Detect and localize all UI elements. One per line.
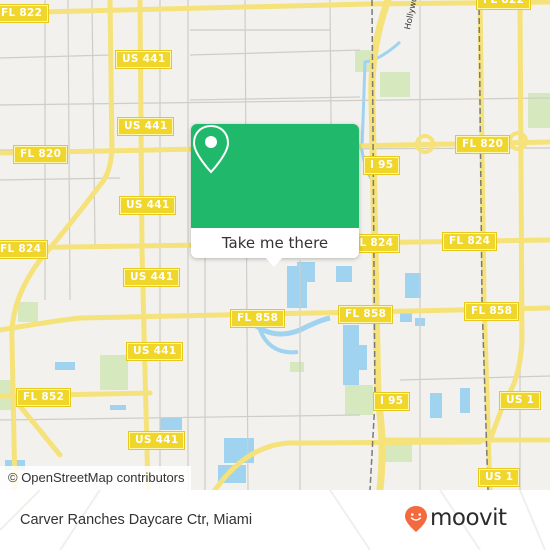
road-shield-us1: US 1 xyxy=(500,392,541,409)
park xyxy=(290,362,304,372)
road-shield-us441: US 441 xyxy=(129,432,185,449)
popup-pointer xyxy=(265,257,283,267)
road-shield-fl822: FL 822 xyxy=(0,5,49,22)
take-me-there-button[interactable]: Take me there xyxy=(191,228,359,258)
road-us1 xyxy=(487,0,525,443)
footer: Carver Ranches Daycare Ctr, Miami moovit xyxy=(0,490,550,550)
popup-header xyxy=(191,124,359,228)
water xyxy=(405,273,421,298)
location-pin-icon xyxy=(192,124,230,174)
place-name: Carver Ranches Daycare Ctr, Miami xyxy=(20,512,253,528)
water xyxy=(160,418,182,430)
road-shield-us1: US 1 xyxy=(479,469,520,486)
water xyxy=(336,266,352,282)
moovit-wordmark: moovit xyxy=(430,505,507,531)
water xyxy=(224,438,254,463)
road-shield-fl822: FL 822 xyxy=(477,0,531,9)
road-shield-i95: I 95 xyxy=(374,393,410,410)
water xyxy=(430,393,442,418)
road-shield-fl824: FL 824 xyxy=(443,233,497,250)
road-shield-fl858: FL 858 xyxy=(339,306,393,323)
water xyxy=(355,345,367,370)
road-shield-us441: US 441 xyxy=(124,269,180,286)
road-fl822 xyxy=(0,0,550,16)
road-shield-fl824: FL 824 xyxy=(0,241,48,258)
water xyxy=(460,388,470,413)
moovit-smiley-pin-icon xyxy=(405,506,427,532)
road-shield-us441: US 441 xyxy=(120,197,176,214)
road-interchange xyxy=(12,397,63,458)
map-canvas[interactable]: Hollywood FL 822 FL 822 US 441 US 441 FL… xyxy=(0,0,550,490)
road-shield-us441: US 441 xyxy=(116,51,172,68)
road-shield-fl858: FL 858 xyxy=(465,303,519,320)
location-popup: Take me there xyxy=(191,124,359,267)
park xyxy=(345,385,373,415)
water xyxy=(55,362,75,370)
road-shield-fl820: FL 820 xyxy=(14,146,68,163)
road-shield-i95: I 95 xyxy=(364,157,400,174)
road-southern-arc xyxy=(212,439,483,490)
road-shield-us441: US 441 xyxy=(127,343,183,360)
road-shield-us441: US 441 xyxy=(118,118,174,135)
park xyxy=(18,302,38,322)
road-shield-fl858: FL 858 xyxy=(231,310,285,327)
map-attribution[interactable]: © OpenStreetMap contributors xyxy=(0,466,191,490)
road-shield-fl852: FL 852 xyxy=(17,389,71,406)
water xyxy=(110,405,126,410)
road-shield-fl820: FL 820 xyxy=(456,136,510,153)
park xyxy=(100,355,128,390)
park xyxy=(380,72,410,97)
